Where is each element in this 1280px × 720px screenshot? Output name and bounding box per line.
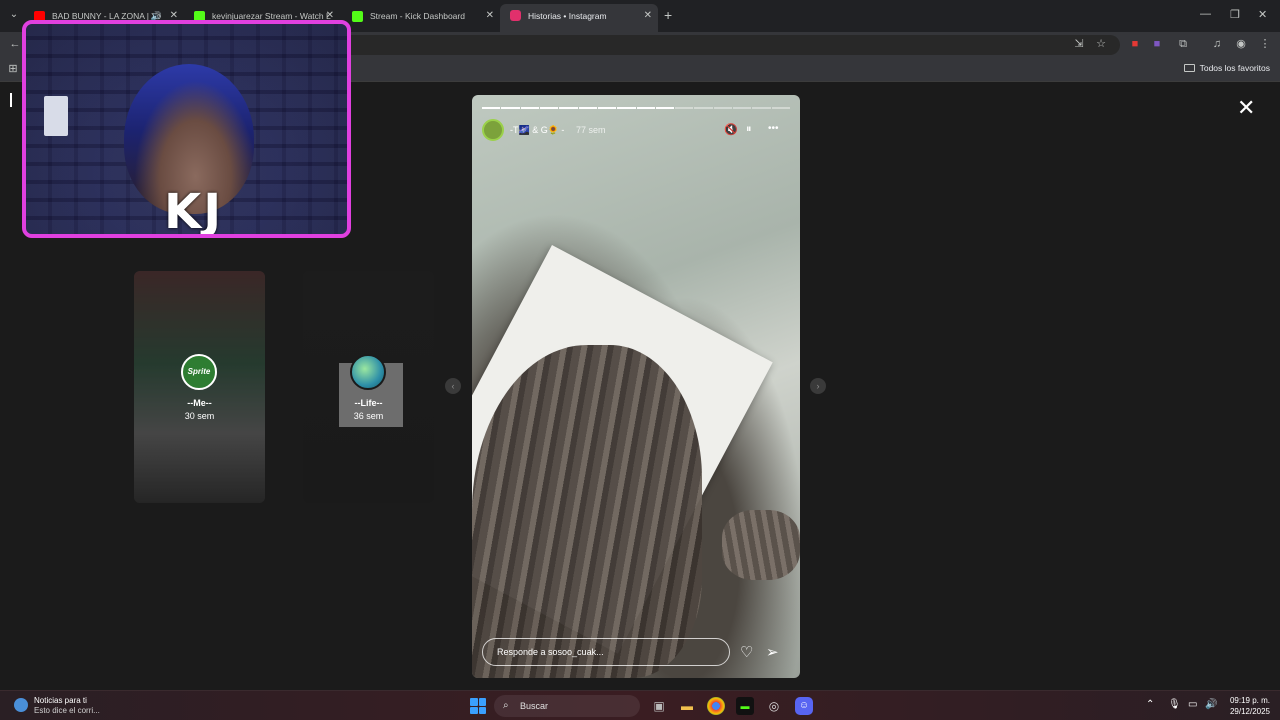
story-card-me[interactable]: Sprite --Me-- 30 sem bbox=[134, 271, 265, 503]
microphone-icon[interactable]: 🎙 bbox=[1168, 699, 1181, 710]
like-heart-icon[interactable]: ♡ bbox=[740, 643, 753, 661]
install-app-icon[interactable]: ⇲ bbox=[1072, 37, 1086, 51]
instagram-icon bbox=[510, 10, 521, 21]
clock-time: 09:19 p. m. bbox=[1229, 696, 1270, 705]
webcam-wall-outlet bbox=[44, 96, 68, 136]
story-avatar bbox=[350, 354, 386, 390]
story-progress-bar bbox=[482, 107, 790, 109]
story-name: --Life-- bbox=[354, 398, 383, 408]
close-stories-button[interactable]: ✕ bbox=[1237, 95, 1255, 121]
volume-icon[interactable]: 🔊 bbox=[1205, 699, 1217, 710]
tab-kick-dashboard[interactable]: Stream - Kick Dashboard ✕ bbox=[342, 5, 500, 27]
taskbar-search[interactable]: ⌕ Buscar bbox=[494, 695, 640, 717]
extension-icon[interactable]: ■ bbox=[1150, 37, 1164, 51]
restore-button[interactable]: ❐ bbox=[1230, 8, 1240, 21]
taskbar: Noticias para ti Esto dice el corri... ⌕… bbox=[0, 690, 1280, 720]
media-control-icon[interactable]: ♫ bbox=[1210, 37, 1224, 51]
extension-badge-icon[interactable]: ■ bbox=[1128, 37, 1142, 51]
tab-label: Historias • Instagram bbox=[528, 11, 607, 21]
start-button[interactable] bbox=[470, 698, 486, 714]
avatar-label: Sprite bbox=[187, 367, 211, 376]
story-image-cat bbox=[472, 345, 702, 678]
progress-segment bbox=[655, 107, 675, 109]
search-label: Buscar bbox=[520, 701, 549, 711]
folder-icon bbox=[1183, 64, 1195, 72]
weather-news-icon bbox=[14, 698, 28, 712]
story-image-paw bbox=[722, 510, 800, 580]
profile-icon[interactable]: ◉ bbox=[1234, 37, 1248, 51]
menu-kebab-icon[interactable]: ⋮ bbox=[1258, 37, 1272, 51]
story-time: 30 sem bbox=[184, 411, 215, 421]
more-options-icon[interactable]: ••• bbox=[768, 123, 779, 134]
story-avatar: Sprite bbox=[181, 354, 217, 390]
tray-overflow-icon[interactable]: ⌃ bbox=[1146, 699, 1154, 710]
tab-label: Stream - Kick Dashboard bbox=[370, 11, 465, 21]
news-widget[interactable]: Noticias para ti Esto dice el corri... bbox=[14, 696, 100, 716]
current-story[interactable]: -T🌌 & G🌻 - 77 sem 🔇 ⏸ ••• Responde a sos… bbox=[472, 95, 800, 678]
progress-segment bbox=[482, 107, 501, 109]
kick-icon bbox=[352, 11, 363, 22]
apps-grid-icon[interactable]: ⊞ bbox=[6, 62, 20, 76]
obs-studio-icon[interactable]: ◎ bbox=[765, 697, 783, 715]
progress-segment bbox=[733, 107, 752, 109]
close-tab-icon[interactable]: ✕ bbox=[486, 5, 494, 27]
story-card-life[interactable]: --Life-- 36 sem bbox=[303, 271, 434, 503]
progress-segment bbox=[559, 107, 578, 109]
pause-icon[interactable]: ⏸ bbox=[746, 123, 752, 136]
back-icon[interactable]: ← bbox=[8, 37, 22, 51]
progress-segment bbox=[694, 107, 713, 109]
system-clock[interactable]: 09:19 p. m. 29/12/2025 bbox=[1230, 695, 1270, 717]
minimize-button[interactable]: — bbox=[1200, 8, 1211, 20]
discord-icon[interactable]: ☺ bbox=[795, 697, 813, 715]
share-send-icon[interactable]: ➢ bbox=[766, 643, 779, 661]
story-header: -T🌌 & G🌻 - 77 sem 🔇 ⏸ ••• bbox=[482, 119, 790, 143]
tab-instagram[interactable]: Historias • Instagram ✕ bbox=[500, 4, 658, 32]
next-story-button[interactable]: › bbox=[810, 378, 826, 394]
network-icon[interactable]: ▭ bbox=[1188, 699, 1197, 710]
all-bookmarks-folder[interactable]: Todos los favoritos bbox=[1183, 63, 1270, 73]
instagram-logo-fragment bbox=[10, 93, 16, 107]
progress-segment bbox=[539, 107, 559, 109]
story-timestamp: 77 sem bbox=[576, 125, 606, 135]
progress-segment bbox=[501, 107, 520, 109]
previous-story-button[interactable]: ‹ bbox=[445, 378, 461, 394]
stream-badge: KJ bbox=[164, 184, 224, 238]
mute-icon[interactable]: 🔇 bbox=[724, 123, 738, 136]
webcam-overlay: KJ bbox=[22, 20, 351, 238]
story-reply-input[interactable]: Responde a sosoo_cuak... bbox=[482, 638, 730, 666]
progress-segment bbox=[617, 107, 636, 109]
folder-label: Todos los favoritos bbox=[1199, 63, 1270, 73]
story-username[interactable]: -T🌌 & G🌻 - bbox=[510, 125, 564, 136]
progress-segment bbox=[578, 107, 597, 109]
tab-search-button[interactable]: ⌄ bbox=[6, 6, 22, 24]
progress-segment bbox=[771, 107, 790, 109]
progress-segment bbox=[636, 107, 655, 109]
story-user-avatar[interactable] bbox=[482, 119, 504, 141]
story-name: --Me-- bbox=[187, 398, 212, 408]
obs-kick-icon[interactable]: ▬ bbox=[736, 697, 754, 715]
new-tab-button[interactable]: + bbox=[664, 7, 672, 23]
close-tab-icon[interactable]: ✕ bbox=[644, 4, 652, 28]
clock-date: 29/12/2025 bbox=[1229, 707, 1270, 716]
bookmark-star-icon[interactable]: ☆ bbox=[1094, 37, 1108, 51]
chrome-icon[interactable] bbox=[707, 697, 725, 715]
progress-segment bbox=[597, 107, 617, 109]
progress-segment bbox=[675, 107, 694, 109]
progress-segment bbox=[752, 107, 771, 109]
story-time: 36 sem bbox=[353, 411, 384, 421]
search-icon: ⌕ bbox=[503, 700, 509, 711]
progress-segment bbox=[713, 107, 733, 109]
progress-segment bbox=[520, 107, 539, 109]
task-view-icon[interactable]: ▣ bbox=[650, 697, 668, 715]
window-close-button[interactable]: ✕ bbox=[1258, 8, 1267, 21]
file-explorer-icon[interactable]: ▬ bbox=[678, 697, 696, 715]
extensions-puzzle-icon[interactable]: ⧉ bbox=[1176, 37, 1190, 51]
